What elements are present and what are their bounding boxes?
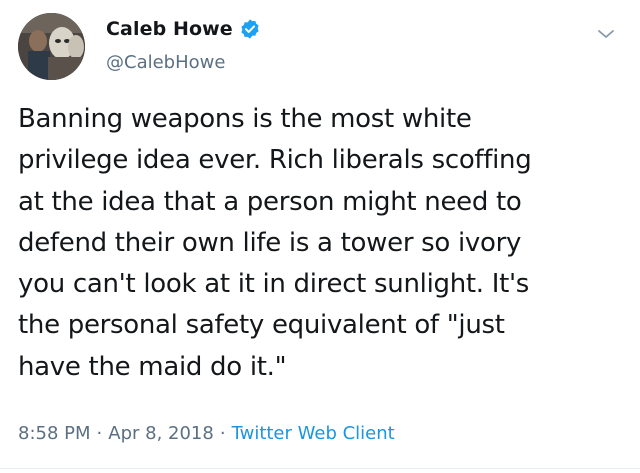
author-handle[interactable]: @CalebHowe [106,52,225,73]
meta-separator: · [219,423,226,444]
tweet-date[interactable]: Apr 8, 2018 [108,423,214,444]
tweet-card: Caleb Howe @CalebHowe Banning weapons is… [0,0,640,473]
tweet-text: Banning weapons is the most white privil… [18,104,532,382]
meta-separator: · [96,423,103,444]
verified-badge-icon [241,19,259,39]
avatar[interactable] [18,13,85,80]
divider [0,468,640,469]
chevron-down-icon[interactable] [596,27,616,41]
avatar-image [18,13,85,80]
tweet-time[interactable]: 8:58 PM [18,423,91,444]
author-display-name[interactable]: Caleb Howe [106,18,233,40]
tweet-metadata: 8:58 PM · Apr 8, 2018 · Twitter Web Client [18,423,395,444]
tweet-client-link[interactable]: Twitter Web Client [232,423,395,444]
author-name-row: Caleb Howe [106,18,261,40]
